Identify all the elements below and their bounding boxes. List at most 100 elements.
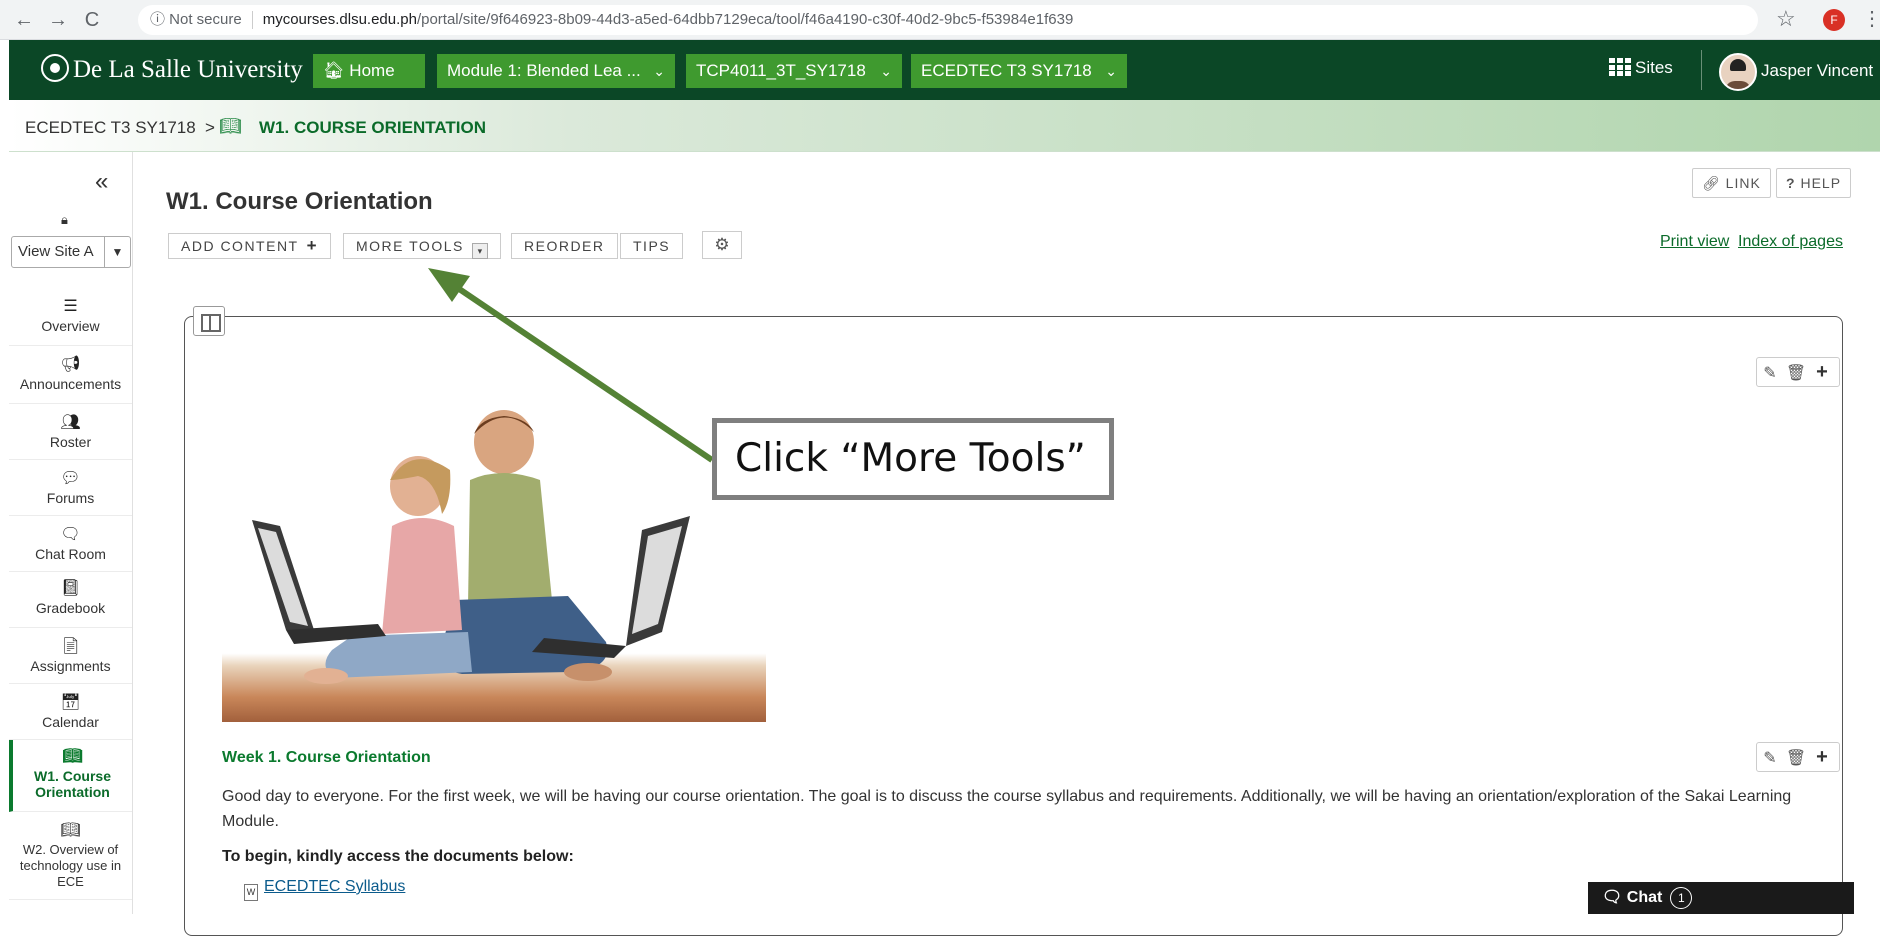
profile-avatar[interactable]: F: [1823, 9, 1845, 31]
url-path: /portal/site/9f646923-8b09-44d3-a5ed-64d…: [416, 11, 1074, 28]
word-document-icon: W: [244, 884, 258, 901]
print-view-link[interactable]: Print view: [1660, 233, 1729, 251]
sidebar-item-calendar[interactable]: 📅︎ Calendar: [9, 684, 132, 740]
reload-icon[interactable]: C: [78, 6, 106, 34]
top-navigation: De La Salle University 🏠︎ Home Module 1:…: [9, 40, 1880, 100]
syllabus-link-label: ECEDTEC Syllabus: [264, 878, 406, 895]
course-code-dropdown[interactable]: TCP4011_3T_SY1718 ⌄: [686, 54, 902, 88]
sidebar-item-label: Gradebook: [35, 600, 106, 616]
sidebar-item-assignments[interactable]: 📄︎ Assignments: [9, 628, 132, 684]
view-site-as-select[interactable]: View Site A ▼: [11, 236, 131, 268]
file-icon: 📄︎: [60, 638, 81, 655]
chevron-down-icon: ⌄: [880, 63, 892, 79]
more-tools-label: MORE TOOLS: [356, 238, 464, 254]
reorder-button[interactable]: REORDER: [511, 233, 618, 259]
megaphone-icon: 📢︎: [60, 356, 81, 373]
not-secure-indicator[interactable]: ⓘ Not secure: [150, 11, 242, 28]
sidebar-item-label: W2. Overview of technology use in ECE: [19, 842, 122, 889]
children-with-laptops-image: [222, 410, 766, 722]
edit-icon[interactable]: ✎: [1757, 360, 1783, 388]
syllabus-link[interactable]: W ECEDTEC Syllabus: [244, 878, 405, 901]
index-of-pages-link[interactable]: Index of pages: [1738, 233, 1843, 251]
address-bar[interactable]: ⓘ Not secure mycourses.dlsu.edu.ph/portal…: [138, 5, 1758, 35]
chat-bar[interactable]: 🗨︎ Chat 1: [1588, 882, 1854, 914]
chat-bubble-icon: 🗨︎: [60, 526, 81, 543]
week-heading: Week 1. Course Orientation: [222, 749, 431, 766]
book-icon: 📖︎: [62, 748, 83, 765]
link-button[interactable]: 🔗︎ LINK: [1692, 168, 1771, 198]
url-host: mycourses.dlsu.edu.ph: [262, 11, 417, 28]
course-site-dropdown[interactable]: ECEDTEC T3 SY1718 ⌄: [911, 54, 1127, 88]
sidebar-item-chat-room[interactable]: 🗨︎ Chat Room: [9, 516, 132, 572]
back-arrow-icon[interactable]: ←: [10, 6, 38, 34]
trash-icon[interactable]: 🗑︎: [1783, 360, 1809, 388]
tips-button[interactable]: TIPS: [620, 233, 684, 259]
columns-icon[interactable]: [193, 306, 225, 336]
course-site-label: ECEDTEC T3 SY1718: [921, 61, 1092, 80]
module-label: Module 1: Blended Lea ...: [447, 61, 641, 80]
gear-icon[interactable]: ⚙: [702, 231, 742, 259]
breadcrumb-page: W1. COURSE ORIENTATION: [259, 118, 486, 137]
help-icon: ?: [1786, 175, 1801, 191]
sidebar-item-forums[interactable]: 💬︎ Forums: [9, 460, 132, 516]
arrow-head: [428, 268, 470, 302]
university-logo[interactable]: De La Salle University: [41, 54, 303, 84]
home-label: 🏠︎ Home: [323, 61, 395, 80]
view-site-as-value: View Site A: [18, 243, 94, 260]
book-icon: 📖︎: [60, 822, 81, 839]
sidebar-item-label: Forums: [46, 490, 95, 506]
browser-menu-icon[interactable]: ⋮: [1862, 6, 1880, 31]
forward-arrow-icon[interactable]: →: [44, 6, 72, 34]
user-name: Jasper Vincent: [1761, 61, 1874, 80]
add-icon[interactable]: +: [1809, 743, 1835, 771]
grid-icon: [1609, 58, 1631, 76]
link-label: LINK: [1725, 175, 1761, 191]
link-icon: 🔗︎: [1702, 175, 1726, 191]
sidebar-item-label: Overview: [41, 318, 100, 334]
page-title: W1. Course Orientation: [166, 188, 433, 215]
book-icon: 📖︎: [219, 116, 242, 136]
bookmark-star-icon[interactable]: ☆: [1776, 6, 1796, 32]
sidebar-item-w1-course-orientation[interactable]: 📖︎ W1. Course Orientation: [9, 740, 132, 812]
module-dropdown[interactable]: Module 1: Blended Lea ... ⌄: [437, 54, 675, 88]
sidebar-item-w2-overview[interactable]: 📖︎ W2. Overview of technology use in ECE: [9, 812, 132, 900]
avatar: [1719, 52, 1757, 91]
collapse-sidebar-icon[interactable]: «: [95, 168, 108, 196]
dropdown-arrow-icon: ▾: [471, 243, 488, 259]
help-label: HELP: [1800, 175, 1842, 191]
home-button[interactable]: 🏠︎ Home: [313, 54, 425, 88]
item-edit-toolbar: ✎ 🗑︎ +: [1756, 742, 1840, 772]
add-content-label: ADD CONTENT: [181, 238, 299, 254]
sites-button[interactable]: Sites: [1609, 58, 1673, 78]
sidebar-item-overview[interactable]: ☰ Overview: [9, 290, 132, 346]
logo-text: De La Salle University: [73, 56, 303, 83]
gradebook-icon: 📓︎: [60, 580, 81, 597]
edit-icon[interactable]: ✎: [1757, 745, 1783, 773]
comments-icon: 💬︎: [60, 470, 81, 487]
sidebar-item-roster[interactable]: 👥︎ Roster: [9, 404, 132, 460]
trash-icon[interactable]: 🗑︎: [1783, 745, 1809, 773]
sidebar-item-label: Assignments: [30, 658, 111, 674]
sidebar-item-label: W1. Course Orientation: [33, 768, 111, 800]
nav-divider: [1701, 50, 1702, 90]
user-menu[interactable]: Jasper Vincent: [1719, 52, 1873, 91]
sidebar-item-gradebook[interactable]: 📓︎ Gradebook: [9, 572, 132, 628]
chevron-down-icon: ⌄: [1105, 63, 1117, 79]
help-button[interactable]: ? HELP: [1776, 168, 1852, 198]
more-tools-button[interactable]: MORE TOOLS ▾: [343, 233, 501, 259]
calendar-icon: 📅︎: [60, 694, 81, 711]
add-content-button[interactable]: ADD CONTENT +: [168, 233, 332, 259]
sidebar-item-announcements[interactable]: 📢︎ Announcements: [9, 346, 132, 404]
chevron-down-icon: ▼: [104, 237, 130, 267]
plus-icon: +: [306, 236, 319, 255]
list-icon: ☰: [63, 298, 78, 315]
sidebar-item-label: Calendar: [42, 714, 99, 730]
sidebar-item-label: Announcements: [19, 376, 122, 392]
url-separator: [251, 11, 253, 30]
add-icon[interactable]: +: [1809, 358, 1835, 386]
chat-bubble-icon: 🗨︎: [1602, 889, 1627, 906]
sidebar-item-label: Roster: [49, 434, 92, 450]
breadcrumb-site[interactable]: ECEDTEC T3 SY1718: [25, 118, 196, 138]
intro-paragraph: Good day to everyone. For the first week…: [222, 788, 1792, 830]
chat-count-badge: 1: [1670, 887, 1693, 909]
